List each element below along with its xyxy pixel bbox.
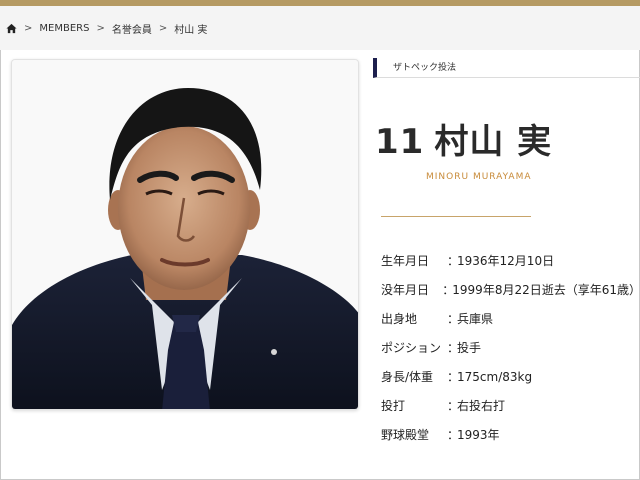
category-label: ザトペック投法 (373, 58, 640, 78)
profile-label: 投打 (381, 399, 406, 413)
profile-row-height-weight: 身長/体重 ： 175cm/83kg (381, 362, 640, 391)
player-romanized-name: MINORU MURAYAMA (426, 172, 532, 182)
player-info: ザトペック投法 11 村山 実 MINORU MURAYAMA 生年月日 ： 19… (373, 56, 640, 480)
profile-label: 野球殿堂 (381, 428, 430, 442)
breadcrumb-separator: > (24, 22, 33, 34)
breadcrumb: > MEMBERS > 名誉会員 > 村山 実 (0, 6, 640, 50)
profile-separator: ： (442, 283, 455, 297)
portrait-image (12, 60, 358, 409)
breadcrumb-separator: > (158, 22, 168, 34)
breadcrumb-item-members[interactable]: MEMBERS (39, 23, 89, 34)
profile-separator: ： (447, 341, 460, 355)
profile-separator: ： (447, 370, 460, 384)
profile-separator: ： (447, 428, 460, 442)
profile-label: 身長/体重 (381, 370, 434, 384)
player-name: 村山 実 (434, 122, 553, 162)
profile-separator: ： (447, 312, 460, 326)
breadcrumb-home[interactable] (6, 23, 17, 34)
player-number: 11 (375, 122, 425, 162)
profile-label: ポジション (381, 341, 442, 355)
profile-value: 兵庫県 (457, 312, 494, 326)
home-icon[interactable] (6, 23, 17, 34)
profile-value: 右投右打 (457, 399, 506, 413)
profile-label: 出身地 (381, 312, 418, 326)
profile-separator: ： (447, 254, 460, 268)
breadcrumb-item-honorary[interactable]: 名誉会員 (112, 21, 152, 36)
profile-value: 175cm/83kg (457, 369, 533, 384)
profile-table: 生年月日 ： 1936年12月10日 没年月日 ： 1999年8月22日逝去（享… (381, 246, 640, 449)
divider (381, 216, 531, 217)
profile-row-birthdate: 生年月日 ： 1936年12月10日 (381, 246, 640, 275)
profile-value: 投手 (457, 341, 482, 355)
profile-separator: ： (447, 399, 460, 413)
profile-value: 1999年8月22日逝去（享年61歳） (452, 283, 640, 297)
profile-row-throws-bats: 投打 ： 右投右打 (381, 391, 640, 420)
profile-row-deathdate: 没年月日 ： 1999年8月22日逝去（享年61歳） (381, 275, 640, 304)
page-title: 11 村山 実 (375, 114, 552, 163)
profile-row-position: ポジション ： 投手 (381, 333, 640, 362)
profile-value: 1993年 (457, 428, 500, 442)
profile-row-hall-of-fame: 野球殿堂 ： 1993年 (381, 420, 640, 449)
breadcrumb-separator: > (96, 22, 105, 34)
profile-row-hometown: 出身地 ： 兵庫県 (381, 304, 640, 333)
profile-label: 生年月日 (381, 254, 430, 268)
player-photo (11, 59, 359, 410)
profile-value: 1936年12月10日 (457, 254, 555, 268)
profile-label: 没年月日 (381, 283, 430, 297)
breadcrumb-item-current: 村山 実 (174, 24, 208, 36)
